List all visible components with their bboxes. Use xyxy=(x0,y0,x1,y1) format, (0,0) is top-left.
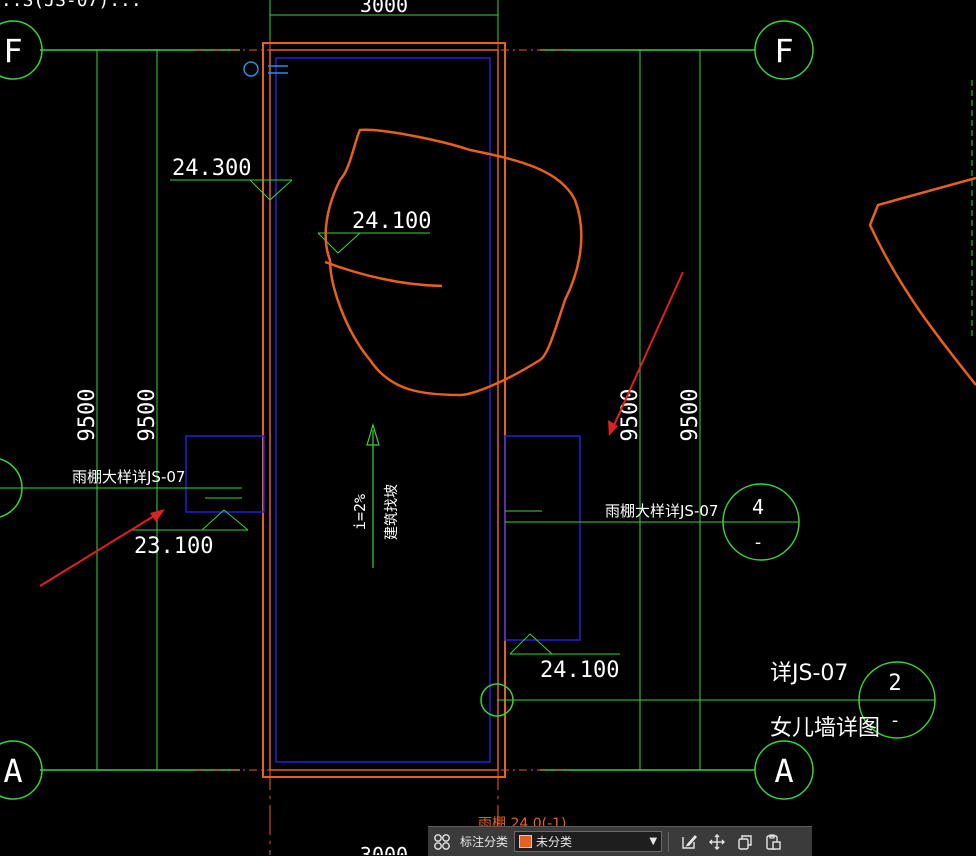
dim-text-left-1: 9500 xyxy=(75,389,100,442)
top-dimension-text: 3000 xyxy=(360,0,408,17)
toolbar-divider xyxy=(668,831,670,852)
grid-menu-button[interactable] xyxy=(428,828,456,856)
canopy-outline-outer xyxy=(262,42,506,778)
detail-2-number: 2 xyxy=(888,671,901,696)
edit-button[interactable] xyxy=(675,828,703,856)
canopy-label-right: 雨棚大样详JS-07 xyxy=(605,502,718,520)
grid-label-a-left: A xyxy=(3,752,22,790)
parapet-label: 女儿墙详图 xyxy=(770,716,880,741)
category-label: 标注分类 xyxy=(460,835,509,849)
canopy-outline-inner xyxy=(269,49,499,771)
category-color-swatch xyxy=(519,835,533,848)
category-select[interactable]: 未分类 ▼ xyxy=(514,831,663,852)
dim-text-left-2: 9500 xyxy=(135,389,160,442)
red-arrow-right xyxy=(610,271,684,433)
paste-icon xyxy=(766,833,781,850)
dim-text-right-1: 9500 xyxy=(618,389,643,442)
paste-button[interactable] xyxy=(759,828,787,856)
bottom-dimension-text: 3000 xyxy=(360,843,408,855)
grid-icon xyxy=(434,833,450,850)
detail-2-sheet: - xyxy=(890,710,901,731)
edit-icon xyxy=(682,834,697,849)
cad-drawing-canvas[interactable]: 3000 ...S(JS-07)... F F A A 9500 9500 95… xyxy=(0,0,976,855)
slope-ratio-text: i=2% xyxy=(351,494,369,530)
markup-curve xyxy=(324,260,443,288)
section-mark-icon xyxy=(243,61,259,77)
detail-4-number: 4 xyxy=(752,495,764,519)
copy-button[interactable] xyxy=(731,828,759,856)
annotation-toolbar: 标注分类 未分类 ▼ xyxy=(428,826,812,856)
elev-text-top-left: 24.300 xyxy=(172,156,251,181)
elev-triangle-top-left xyxy=(249,179,293,201)
top-left-note: ...S(JS-07)... xyxy=(0,0,142,11)
red-arrow-right-head-icon xyxy=(608,420,618,436)
move-button[interactable] xyxy=(703,828,731,856)
elev-text-inside: 24.100 xyxy=(352,209,431,234)
grid-label-f-right: F xyxy=(774,32,793,70)
elev-text-right-bottom: 24.100 xyxy=(540,658,619,683)
elev-triangle-left-bottom xyxy=(201,509,249,531)
canopy-blue-line xyxy=(275,57,491,763)
elev-text-left-bottom: 23.100 xyxy=(134,534,213,559)
move-icon xyxy=(709,833,726,850)
markup-cloud xyxy=(324,128,583,397)
canopy-label-left: 雨棚大样详JS-07 xyxy=(72,468,185,486)
chevron-down-icon: ▼ xyxy=(649,836,658,847)
grid-label-a-right: A xyxy=(774,752,793,790)
dim-text-right-2: 9500 xyxy=(678,389,703,442)
markup-partial-right xyxy=(868,176,976,386)
slope-method-text: 建筑找坡 xyxy=(384,484,400,540)
detail-4-sheet: - xyxy=(753,532,764,553)
blue-box-left xyxy=(185,435,265,513)
elev-triangle-inside xyxy=(317,232,361,254)
copy-icon xyxy=(738,834,752,850)
grid-label-f-left: F xyxy=(3,32,22,70)
blue-box-right xyxy=(504,435,581,641)
category-value: 未分类 xyxy=(536,835,573,849)
elev-triangle-right-bottom xyxy=(509,633,553,655)
detail-js07-label: 详JS-07 xyxy=(770,661,848,686)
